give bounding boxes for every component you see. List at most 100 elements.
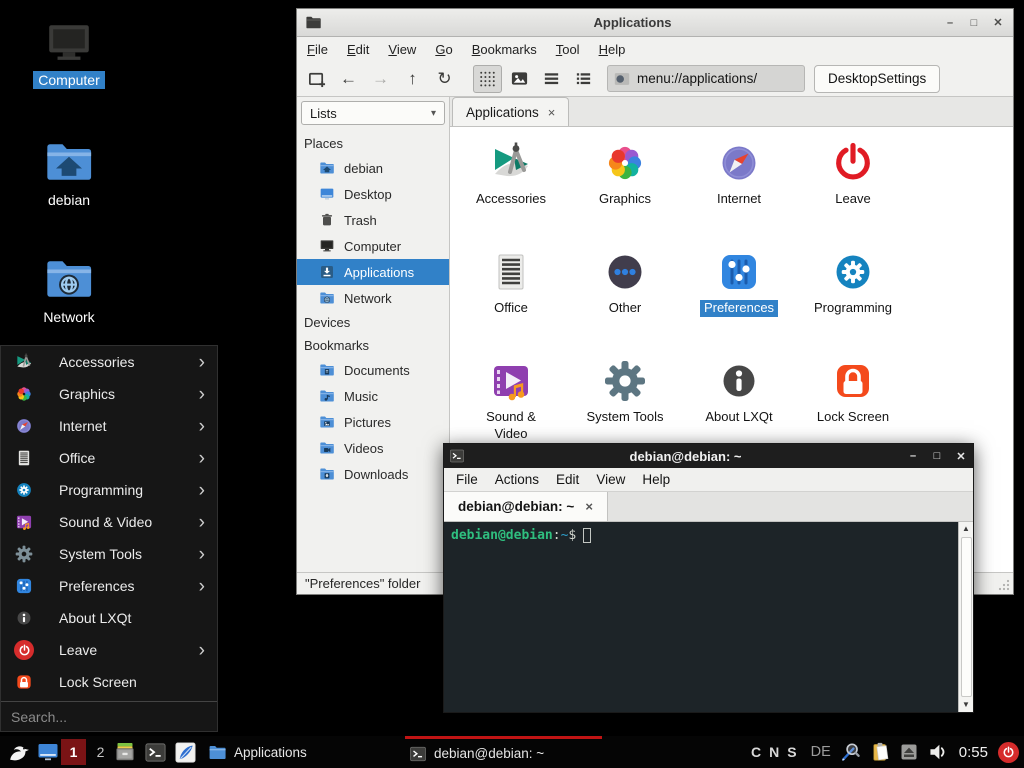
menu-item-office[interactable]: Office › — [1, 442, 217, 474]
desktop-icon-computer[interactable]: Computer — [24, 18, 114, 89]
workspace-switcher: 2 — [88, 736, 113, 768]
menu-help[interactable]: Help — [599, 42, 626, 57]
app-category-leave[interactable]: Leave — [796, 139, 910, 248]
power-button[interactable] — [998, 742, 1019, 763]
close-button[interactable]: ✕ — [991, 16, 1005, 29]
terminal-titlebar[interactable]: debian@debian: ~ – □ ✕ — [444, 444, 973, 468]
task-button-applications[interactable]: Applications — [204, 736, 402, 768]
menu-item-preferences[interactable]: Preferences › — [1, 570, 217, 602]
task-button-terminal[interactable]: debian@debian: ~ — [405, 736, 602, 768]
menu-go[interactable]: Go — [435, 42, 452, 57]
menu-item-graphics[interactable]: Graphics › — [1, 378, 217, 410]
clock[interactable]: 0:55 — [959, 744, 988, 761]
detailed-view-button[interactable] — [569, 65, 598, 93]
back-button[interactable]: ← — [334, 65, 363, 93]
desktop-icon-debian[interactable]: debian — [24, 136, 114, 209]
up-button[interactable]: ↑ — [398, 65, 427, 93]
menu-edit[interactable]: Edit — [347, 42, 369, 57]
sidebar-item-applications[interactable]: Applications — [297, 259, 449, 285]
fm-menubar: File Edit View Go Bookmarks Tool Help — [297, 37, 1013, 61]
menu-item-internet[interactable]: Internet › — [1, 410, 217, 442]
app-category-office[interactable]: Office — [454, 248, 568, 357]
terminal-screen[interactable]: debian@debian:~$ — [444, 522, 958, 712]
sidebar-item-videos[interactable]: Videos — [297, 435, 449, 461]
tab-close-icon[interactable]: × — [548, 105, 556, 120]
eject-icon[interactable] — [899, 742, 919, 762]
sidebar-item-network[interactable]: Network — [297, 285, 449, 311]
sidebar-item-debian[interactable]: debian — [297, 155, 449, 181]
clipboard-icon[interactable] — [869, 741, 891, 763]
menu-bookmarks[interactable]: Bookmarks — [472, 42, 537, 57]
menu-item-label: Internet — [59, 418, 199, 434]
desktop-settings-button[interactable]: DesktopSettings — [814, 65, 940, 93]
sidebar-item-downloads[interactable]: Downloads — [297, 461, 449, 487]
screenshot-tool-icon[interactable] — [839, 741, 861, 763]
app-category-graphics[interactable]: Graphics — [568, 139, 682, 248]
terminal-launcher[interactable] — [142, 736, 168, 768]
menu-help[interactable]: Help — [642, 472, 670, 487]
resize-grip[interactable] — [998, 579, 1010, 591]
sidebar-item-documents[interactable]: Documents — [297, 357, 449, 383]
file-manager-launcher[interactable] — [112, 736, 138, 768]
address-bar[interactable]: menu://applications/ — [607, 65, 805, 92]
maximize-button[interactable]: □ — [930, 450, 944, 462]
reload-button[interactable]: ↻ — [430, 65, 459, 93]
sidebar-item-desktop[interactable]: Desktop — [297, 181, 449, 207]
sidebar-item-music[interactable]: Music — [297, 383, 449, 409]
sidebar-item-trash[interactable]: Trash — [297, 207, 449, 233]
scrollbar-thumb[interactable] — [961, 537, 972, 697]
minimize-button[interactable]: – — [906, 450, 920, 462]
show-desktop-button[interactable] — [35, 736, 61, 768]
forward-button[interactable]: → — [366, 65, 395, 93]
tab-close-icon[interactable]: × — [585, 499, 593, 514]
menu-actions[interactable]: Actions — [495, 472, 539, 487]
maximize-button[interactable]: □ — [967, 17, 981, 29]
menu-item-about-lxqt[interactable]: About LXQt — [1, 602, 217, 634]
sidebar-mode-select[interactable]: Lists ▾ — [301, 101, 445, 125]
scroll-up-icon[interactable]: ▲ — [962, 522, 970, 536]
icon-view-button[interactable] — [473, 65, 502, 93]
menu-item-sound-video[interactable]: Sound & Video › — [1, 506, 217, 538]
sidebar-item-computer[interactable]: Computer — [297, 233, 449, 259]
sidebar-item-pictures[interactable]: Pictures — [297, 409, 449, 435]
workspace-1[interactable]: 1 — [61, 739, 86, 765]
menu-tool[interactable]: Tool — [556, 42, 580, 57]
text-editor-launcher[interactable] — [172, 736, 198, 768]
app-category-programming[interactable]: Programming — [796, 248, 910, 357]
desktop-icon-network[interactable]: Network — [24, 253, 114, 326]
app-category-preferences[interactable]: Preferences — [682, 248, 796, 357]
close-button[interactable]: ✕ — [954, 450, 968, 463]
menu-file[interactable]: File — [307, 42, 328, 57]
app-menu-button[interactable] — [4, 736, 32, 768]
keyboard-layout-indicator[interactable]: DE — [811, 744, 831, 760]
menu-item-lock-screen[interactable]: Lock Screen — [1, 666, 217, 698]
menu-view[interactable]: View — [596, 472, 625, 487]
app-category-accessories[interactable]: Accessories — [454, 139, 568, 248]
menu-item-system-tools[interactable]: System Tools › — [1, 538, 217, 570]
volume-icon[interactable] — [927, 741, 949, 763]
minimize-button[interactable]: – — [943, 17, 957, 29]
workspace-2[interactable]: 2 — [88, 739, 113, 765]
fm-titlebar[interactable]: Applications – □ ✕ — [297, 9, 1013, 37]
app-category-other[interactable]: Other — [568, 248, 682, 357]
new-tab-button[interactable] — [302, 65, 331, 93]
menu-item-leave[interactable]: Leave › — [1, 634, 217, 666]
menu-search-input[interactable]: Search... — [1, 704, 217, 729]
menu-edit[interactable]: Edit — [556, 472, 579, 487]
thumbnail-view-button[interactable] — [505, 65, 534, 93]
menu-item-programming[interactable]: Programming › — [1, 474, 217, 506]
power-icon — [831, 139, 875, 187]
scroll-down-icon[interactable]: ▼ — [962, 698, 970, 712]
menu-file[interactable]: File — [456, 472, 478, 487]
taskbar: 1 2 Applications debian@debian: ~ C N S … — [0, 736, 1024, 768]
menu-view[interactable]: View — [388, 42, 416, 57]
submenu-arrow-icon: › — [199, 641, 209, 660]
app-category-internet[interactable]: Internet — [682, 139, 796, 248]
terminal-tab[interactable]: debian@debian: ~ × — [444, 492, 608, 521]
info-icon — [715, 357, 763, 405]
menu-item-label: System Tools — [59, 546, 199, 562]
menu-item-accessories[interactable]: Accessories › — [1, 346, 217, 378]
terminal-scrollbar[interactable]: ▲ ▼ — [958, 522, 973, 712]
tab-applications[interactable]: Applications × — [452, 97, 569, 126]
compact-view-button[interactable] — [537, 65, 566, 93]
